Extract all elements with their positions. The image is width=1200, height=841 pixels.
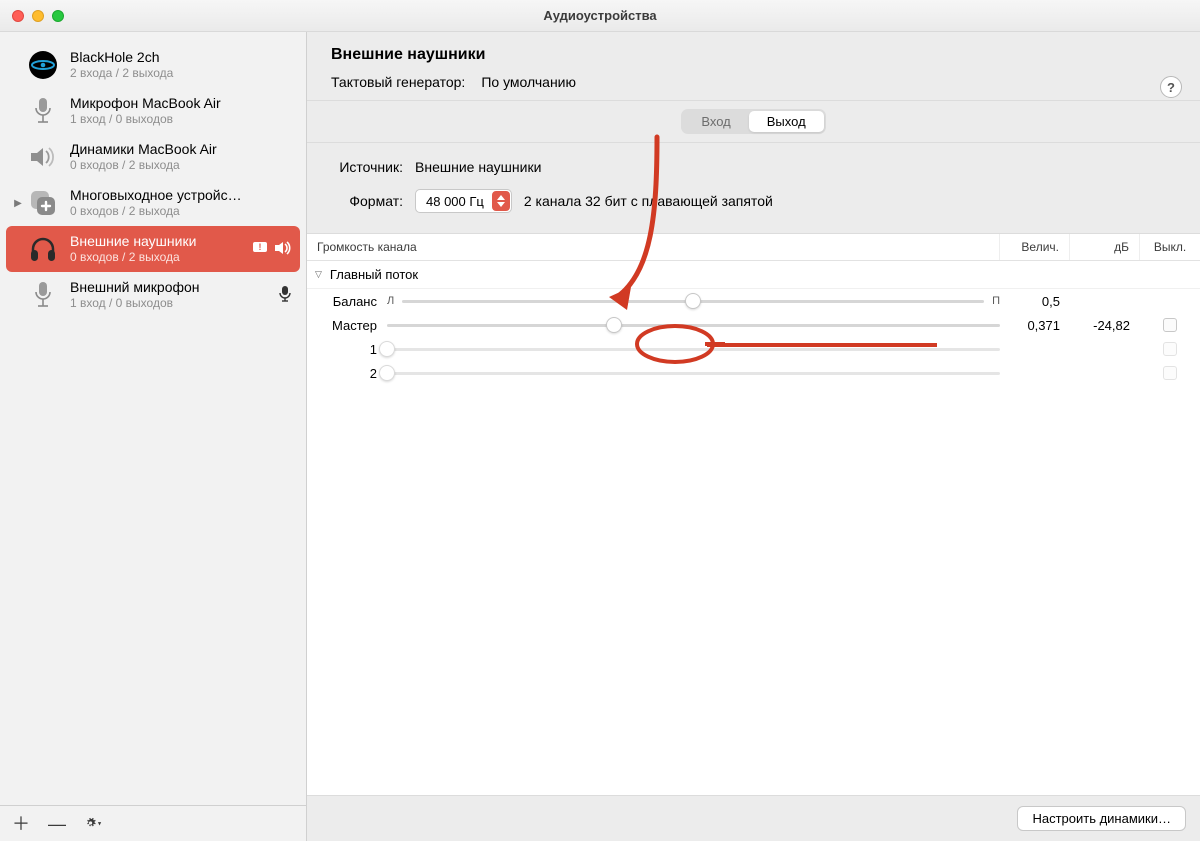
device-external-headphones[interactable]: Внешние наушники 0 входов / 2 выхода !: [6, 226, 300, 272]
device-sub: 0 входов / 2 выхода: [70, 250, 248, 265]
ch2-slider[interactable]: [387, 372, 1000, 375]
balance-right-mark: П: [992, 295, 1000, 307]
config-section: Источник: Внешние наушники Формат: 48 00…: [307, 143, 1200, 234]
format-rate-dropdown[interactable]: 48 000 Гц: [415, 189, 512, 213]
device-sub: 1 вход / 0 выходов: [70, 296, 274, 311]
speaker-icon: [26, 140, 60, 174]
clock-value[interactable]: По умолчанию: [481, 74, 576, 90]
io-tabs: Вход Выход: [307, 101, 1200, 143]
microphone-icon: [26, 94, 60, 128]
balance-value: 0,5: [1000, 294, 1070, 309]
master-slider[interactable]: [387, 324, 1000, 327]
balance-label: Баланс: [307, 294, 387, 309]
ch1-slider[interactable]: [387, 348, 1000, 351]
balance-left-mark: Л: [387, 295, 394, 307]
chevron-down-icon: ▽: [315, 269, 322, 280]
balance-slider[interactable]: [402, 300, 984, 303]
source-label: Источник:: [331, 159, 403, 175]
main-footer: Настроить динамики…: [307, 795, 1200, 841]
gear-icon[interactable]: [84, 815, 102, 833]
device-mic-mba[interactable]: Микрофон MacBook Air 1 вход / 0 выходов: [6, 88, 300, 134]
row-master: Мастер 0,371 -24,82: [307, 313, 1200, 337]
device-spk-mba[interactable]: Динамики MacBook Air 0 входов / 2 выхода: [6, 134, 300, 180]
stream-group[interactable]: ▽ Главный поток: [307, 261, 1200, 289]
configure-speakers-button[interactable]: Настроить динамики…: [1017, 806, 1186, 831]
clock-label: Тактовый генератор:: [331, 74, 465, 90]
device-name: Многовыходное устройс…: [70, 187, 292, 205]
row-ch1: 1: [307, 337, 1200, 361]
titlebar: Аудиоустройства: [0, 0, 1200, 32]
device-sub: 0 входов / 2 выхода: [70, 204, 292, 219]
tab-output[interactable]: Выход: [749, 111, 824, 132]
add-button[interactable]: ＋: [12, 815, 30, 833]
device-sub: 1 вход / 0 выходов: [70, 112, 292, 127]
ch1-label: 1: [307, 342, 387, 357]
group-label: Главный поток: [330, 267, 418, 282]
microphone-icon: [26, 278, 60, 312]
row-ch2: 2: [307, 361, 1200, 385]
col-name[interactable]: Громкость канала: [307, 234, 1000, 260]
help-button[interactable]: ?: [1160, 76, 1182, 98]
format-label: Формат:: [331, 193, 403, 209]
row-balance: Баланс Л П 0,5: [307, 289, 1200, 313]
device-sub: 2 входа / 2 выхода: [70, 66, 292, 81]
ch2-mute-checkbox[interactable]: [1163, 366, 1177, 380]
svg-text:!: !: [259, 242, 262, 252]
format-rate-value: 48 000 Гц: [426, 194, 484, 209]
alert-output-icon: !: [252, 241, 268, 258]
sidebar-toolbar: ＋ —: [0, 805, 306, 841]
device-multi-output[interactable]: ▶ Многовыходное устройс… 0 входов / 2 вы…: [6, 180, 300, 226]
chevron-updown-icon: [492, 191, 510, 211]
segmented-control: Вход Выход: [681, 109, 825, 134]
col-mute[interactable]: Выкл.: [1140, 234, 1200, 260]
blackhole-icon: [26, 48, 60, 82]
source-value: Внешние наушники: [415, 159, 541, 175]
device-external-mic[interactable]: Внешний микрофон 1 вход / 0 выходов: [6, 272, 300, 318]
master-label: Мастер: [307, 318, 387, 333]
master-value: 0,371: [1000, 318, 1070, 333]
device-name: Внешний микрофон: [70, 279, 274, 297]
channel-table: Громкость канала Велич. дБ Выкл. ▽ Главн…: [307, 234, 1200, 795]
device-name: BlackHole 2ch: [70, 49, 292, 67]
col-value[interactable]: Велич.: [1000, 234, 1070, 260]
disclosure-icon[interactable]: ▶: [12, 198, 26, 209]
col-db[interactable]: дБ: [1070, 234, 1140, 260]
device-name: Динамики MacBook Air: [70, 141, 292, 159]
master-db: -24,82: [1070, 318, 1140, 333]
master-mute-checkbox[interactable]: [1163, 318, 1177, 332]
ch2-label: 2: [307, 366, 387, 381]
device-name: Внешние наушники: [70, 233, 248, 251]
main-header: Внешние наушники Тактовый генератор: По …: [307, 32, 1200, 101]
window-title: Аудиоустройства: [0, 8, 1200, 23]
device-name: Микрофон MacBook Air: [70, 95, 292, 113]
tab-input[interactable]: Вход: [683, 111, 748, 132]
main-panel: Внешние наушники Тактовый генератор: По …: [307, 32, 1200, 841]
headphones-icon: [26, 232, 60, 266]
ch1-mute-checkbox[interactable]: [1163, 342, 1177, 356]
window: Аудиоустройства BlackHole 2ch 2 входа / …: [0, 0, 1200, 841]
device-title: Внешние наушники: [331, 46, 1176, 64]
multi-output-icon: [26, 186, 60, 220]
table-header: Громкость канала Велич. дБ Выкл.: [307, 234, 1200, 261]
device-list: BlackHole 2ch 2 входа / 2 выхода Микрофо…: [0, 32, 306, 805]
sidebar: BlackHole 2ch 2 входа / 2 выхода Микрофо…: [0, 32, 307, 841]
device-blackhole[interactable]: BlackHole 2ch 2 входа / 2 выхода: [6, 42, 300, 88]
remove-button[interactable]: —: [48, 815, 66, 833]
device-sub: 0 входов / 2 выхода: [70, 158, 292, 173]
window-body: BlackHole 2ch 2 входа / 2 выхода Микрофо…: [0, 32, 1200, 841]
default-input-icon: [278, 285, 292, 306]
default-output-icon: [274, 241, 292, 258]
format-desc: 2 канала 32 бит с плавающей запятой: [524, 193, 773, 209]
